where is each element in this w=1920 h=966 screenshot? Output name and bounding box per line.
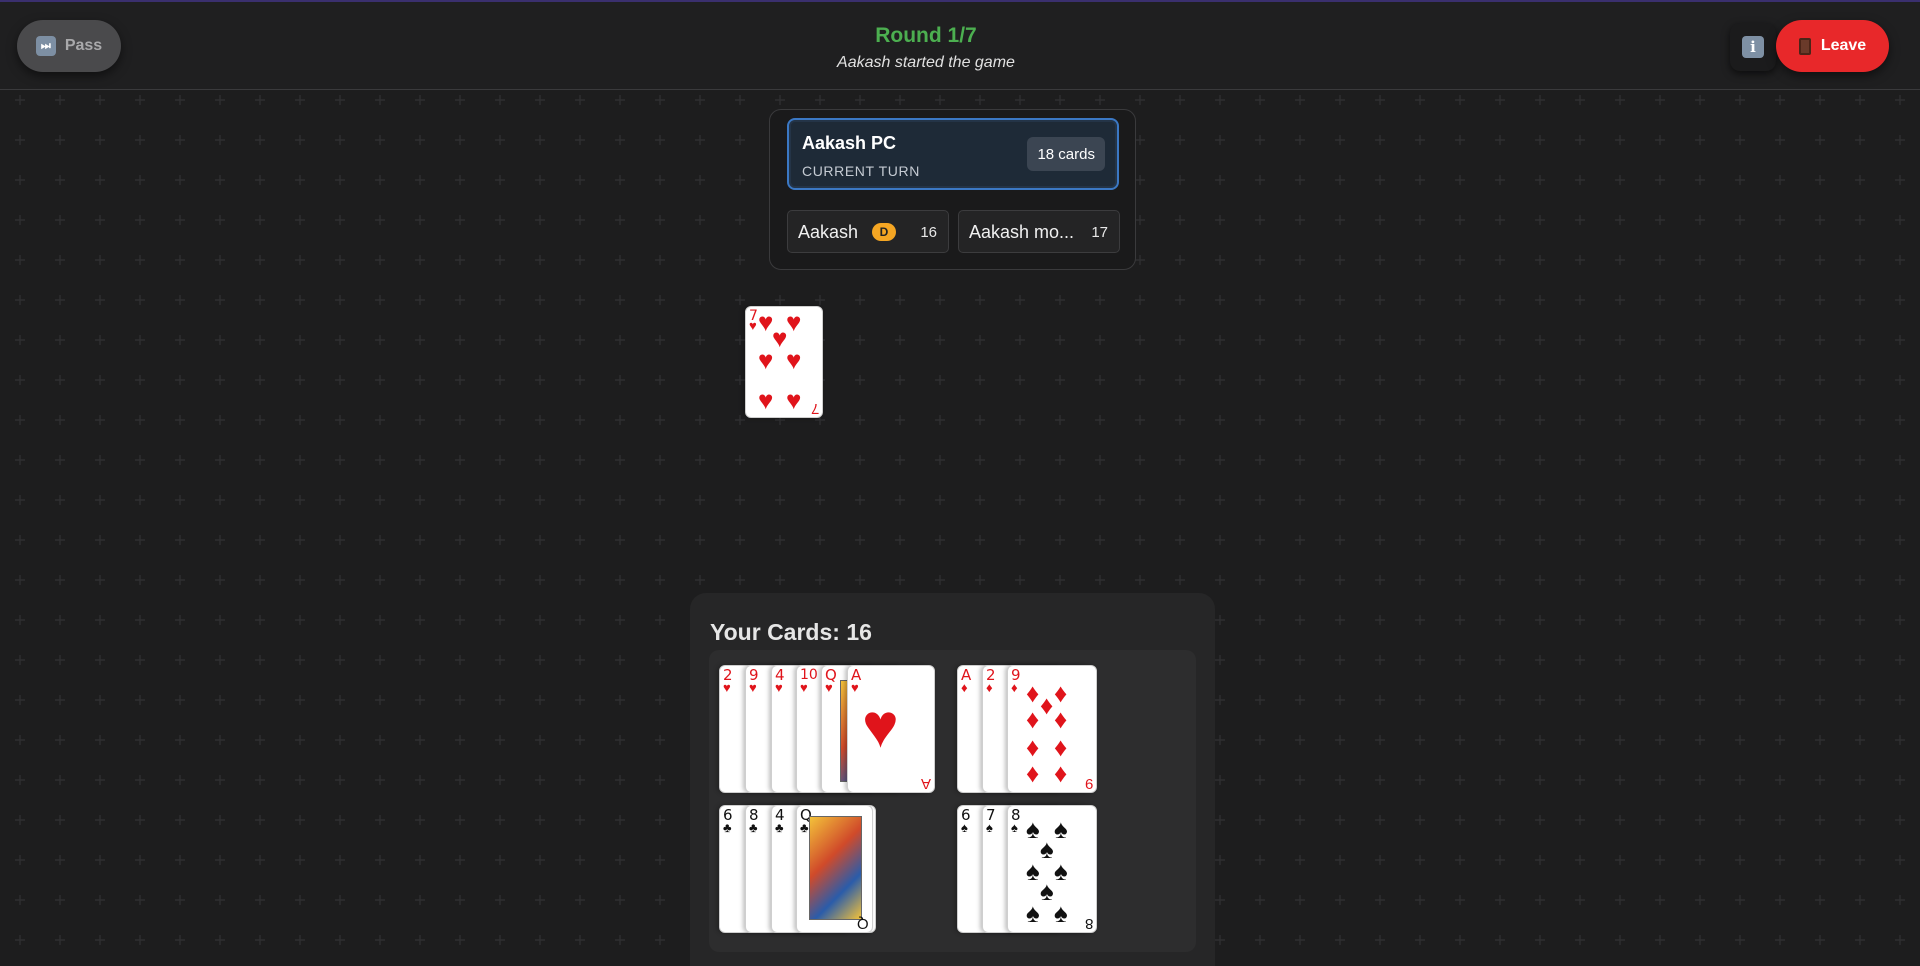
current-turn-label: CURRENT TURN <box>802 163 920 179</box>
hearts-icon: ♥ <box>786 345 802 375</box>
hearts-icon: ♥ <box>862 692 899 761</box>
card-rank-bottom: 7 <box>810 400 819 417</box>
spades-icon: ♠ <box>1054 856 1068 886</box>
hearts-icon: ♥ <box>786 385 802 415</box>
info-button[interactable]: i <box>1730 23 1776 71</box>
current-player-name: Aakash PC <box>802 133 897 153</box>
spades-icon: ♠ <box>986 820 993 835</box>
opponent-name: Aakash mo... <box>969 222 1075 242</box>
spades-icon: ♠ <box>1040 876 1054 906</box>
leave-label: Leave <box>1820 37 1867 54</box>
hand-area: 2 ♥ 9 ♥ 4 ♥ 10 ♥ Q ♥ A ♥ ♥ A A ♦ 2 ♦ 9 ♦… <box>709 650 1196 952</box>
hearts-icon: ♥ <box>775 680 783 695</box>
diamonds-icon: ♦ <box>986 680 993 695</box>
hearts-icon: ♥ <box>758 385 774 415</box>
diamonds-icon: ♦ <box>1026 732 1040 762</box>
diamonds-icon: ♦ <box>1054 732 1068 762</box>
door-icon <box>1798 37 1811 55</box>
leave-button[interactable]: Leave <box>1776 20 1889 72</box>
spades-icon: ♠ <box>1026 856 1040 886</box>
diamonds-icon: ♦ <box>1026 678 1040 708</box>
card-rank-bottom: 8 <box>1084 915 1093 932</box>
diamonds-icon: ♦ <box>1026 758 1040 788</box>
dealer-badge: D <box>872 223 896 241</box>
hearts-icon: ♥ <box>825 680 833 695</box>
info-icon: i <box>1742 36 1764 58</box>
played-card-7-hearts: 7 ♥ ♥ ♥ ♥ ♥ ♥ ♥ ♥ 7 <box>745 306 823 418</box>
spades-icon: ♠ <box>1011 820 1018 835</box>
hand-card-Q-clubs[interactable]: Q ♣ Q <box>796 805 873 933</box>
diamonds-icon: ♦ <box>961 680 968 695</box>
spades-icon: ♠ <box>1026 814 1040 844</box>
card-rank-bottom: 9 <box>1084 775 1093 792</box>
players-panel: Aakash PC CURRENT TURN 18 cards Aakash D… <box>769 109 1136 270</box>
card-rank-bottom: A <box>920 775 931 792</box>
hearts-icon: ♥ <box>800 680 808 695</box>
card-rank-bottom: Q <box>857 915 869 932</box>
current-turn-player: Aakash PC CURRENT TURN 18 cards <box>787 118 1119 190</box>
spades-icon: ♠ <box>961 820 968 835</box>
hearts-icon: ♥ <box>749 318 757 333</box>
hearts-icon: ♥ <box>749 680 757 695</box>
clubs-icon: ♣ <box>723 820 732 835</box>
diamonds-icon: ♦ <box>1011 680 1018 695</box>
opponent-name: Aakash <box>798 222 859 242</box>
spades-icon: ♠ <box>1026 898 1040 928</box>
round-indicator: Round 1/7 <box>875 24 977 47</box>
diamonds-icon: ♦ <box>1054 678 1068 708</box>
game-status-message: Aakash started the game <box>837 54 1015 71</box>
spades-icon: ♠ <box>1054 814 1068 844</box>
clubs-icon: ♣ <box>775 820 784 835</box>
hearts-icon: ♥ <box>851 680 859 695</box>
clubs-icon: ♣ <box>749 820 758 835</box>
hearts-icon: ♥ <box>786 307 802 337</box>
opponent-card-count: 17 <box>1091 224 1108 241</box>
hearts-icon: ♥ <box>758 345 774 375</box>
diamonds-icon: ♦ <box>1026 704 1040 734</box>
hand-panel: Your Cards: 16 2 ♥ 9 ♥ 4 ♥ 10 ♥ Q ♥ A ♥ … <box>690 593 1215 966</box>
hand-card-8-spades[interactable]: 8 ♠ ♠ ♠ ♠ ♠ ♠ ♠ ♠ ♠ 8 <box>1007 805 1097 933</box>
hand-card-A-hearts[interactable]: A ♥ ♥ A <box>847 665 935 793</box>
opponent-card-count: 16 <box>920 224 937 241</box>
hearts-icon: ♥ <box>723 680 731 695</box>
queen-face-art <box>809 816 862 920</box>
diamonds-icon: ♦ <box>1040 690 1054 720</box>
diamonds-icon: ♦ <box>1054 704 1068 734</box>
opponent-card: Aakash mo... 17 <box>958 210 1120 253</box>
spades-icon: ♠ <box>1040 834 1054 864</box>
hand-card-9-diamonds[interactable]: 9 ♦ ♦ ♦ ♦ ♦ ♦ ♦ ♦ ♦ ♦ 9 <box>1007 665 1097 793</box>
diamonds-icon: ♦ <box>1054 758 1068 788</box>
spades-icon: ♠ <box>1054 898 1068 928</box>
hand-title: Your Cards: 16 <box>710 619 872 645</box>
current-player-card-count: 18 cards <box>1027 137 1105 171</box>
game-header: ⏭ Pass Round 1/7 Aakash started the game… <box>0 2 1920 90</box>
clubs-icon: ♣ <box>800 820 809 835</box>
opponent-card: Aakash D 16 <box>787 210 949 253</box>
